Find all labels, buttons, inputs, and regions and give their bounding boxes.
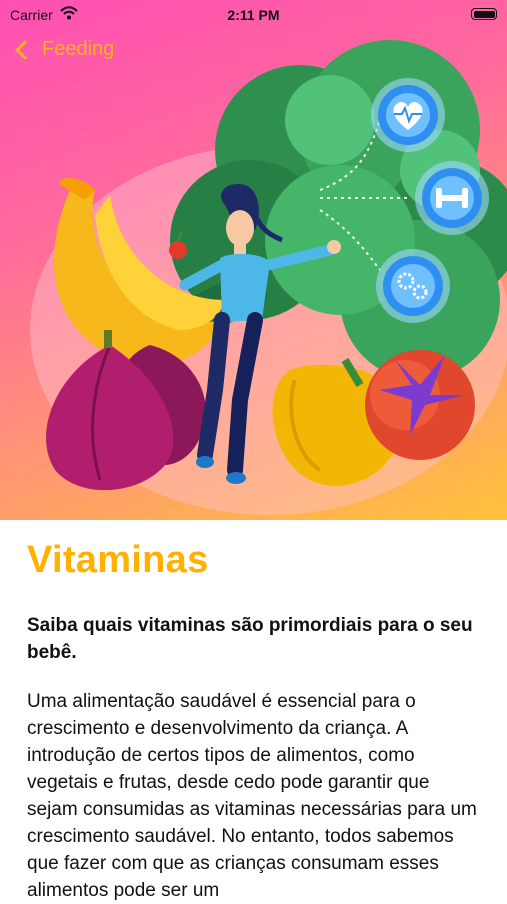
- article-title: Vitaminas: [27, 539, 209, 581]
- back-button-label: Feeding: [42, 38, 115, 60]
- battery-icon: [471, 8, 497, 20]
- chevron-left-icon: [15, 39, 35, 60]
- article-content: Vitaminas Saiba quais vitaminas são prim…: [27, 535, 482, 904]
- clock-label: 2:11 PM: [227, 7, 280, 23]
- dumbbell-icon: [415, 161, 489, 235]
- hero-illustration: Carrier 2:11 PM Feeding: [0, 0, 507, 520]
- back-button[interactable]: Feeding: [14, 38, 114, 61]
- status-bar: Carrier 2:11 PM: [0, 0, 507, 30]
- gears-icon: [376, 249, 450, 323]
- article-body: Uma alimentação saudável é essencial par…: [27, 691, 477, 901]
- tomato-illustration: [365, 350, 475, 460]
- vitamins-illustration: [30, 40, 507, 515]
- article-subtitle: Saiba quais vitaminas são primordiais pa…: [27, 615, 473, 663]
- heart-rate-icon: [371, 78, 445, 152]
